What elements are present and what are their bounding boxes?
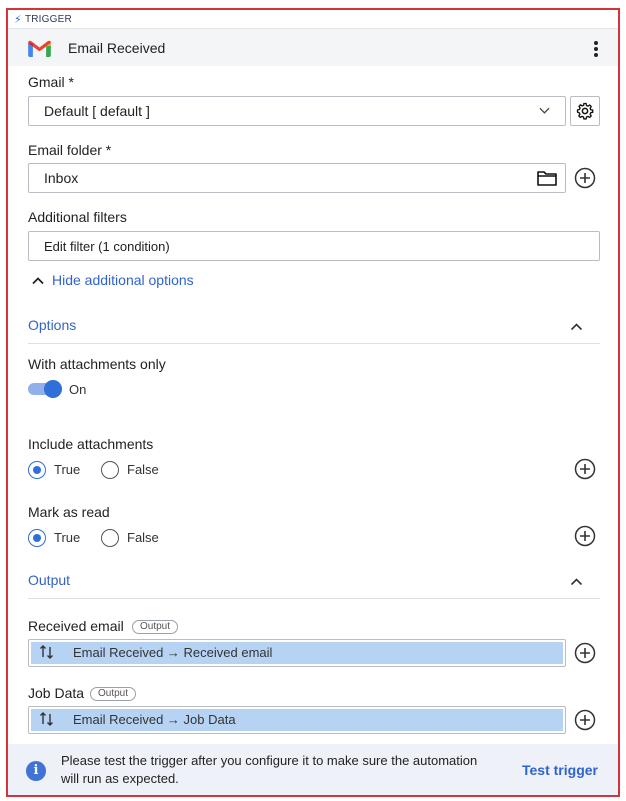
with-attachments-toggle[interactable] [28, 380, 62, 398]
mark-as-read-false-radio[interactable] [101, 529, 119, 547]
add-folder-icon[interactable] [574, 167, 596, 189]
info-icon: i [26, 761, 46, 781]
hide-additional-options-text: Hide additional options [52, 272, 194, 288]
with-attachments-label: With attachments only [28, 356, 166, 372]
email-folder-value: Inbox [44, 170, 79, 186]
gmail-settings-button[interactable] [570, 96, 600, 126]
sort-arrows-icon [40, 645, 53, 659]
gmail-logo-icon [28, 40, 51, 57]
test-trigger-button[interactable]: Test trigger [522, 762, 598, 778]
include-attachments-true-radio[interactable] [28, 461, 46, 479]
test-trigger-banner: i Please test the trigger after you conf… [8, 744, 618, 795]
panel-header: Email Received [8, 28, 618, 66]
add-job-data-icon[interactable] [574, 709, 596, 731]
mark-as-read-true-radio[interactable] [28, 529, 46, 547]
gear-icon [576, 102, 594, 120]
output-section-title: Output [28, 572, 71, 588]
job-data-output-badge: Output [90, 687, 137, 701]
add-received-email-icon[interactable] [574, 642, 596, 664]
add-mark-as-read-icon[interactable] [574, 525, 596, 547]
gmail-account-value: Default [ default ] [44, 103, 150, 119]
options-divider [28, 343, 600, 344]
job-data-label: Job Data [28, 685, 85, 701]
received-email-output-badge: Output [132, 620, 179, 634]
hide-additional-options-link[interactable]: Hide additional options [32, 272, 194, 288]
gmail-account-select[interactable]: Default [ default ] [28, 96, 566, 126]
mark-as-read-false-label: False [127, 530, 159, 545]
sort-arrows-icon [40, 712, 53, 726]
options-collapse-icon[interactable] [570, 322, 583, 331]
more-options-icon[interactable] [588, 40, 604, 58]
folder-icon[interactable] [537, 170, 557, 186]
trigger-label-text: TRIGGER [24, 14, 72, 25]
include-attachments-false-radio[interactable] [101, 461, 119, 479]
trigger-section-label: ⚡ TRIGGER [14, 13, 72, 26]
mark-as-read-label: Mark as read [28, 504, 110, 520]
test-trigger-message: Please test the trigger after you config… [61, 753, 478, 786]
output-divider [28, 598, 600, 599]
received-email-output-value: Email Received → Received email [73, 645, 273, 660]
chevron-up-icon [32, 276, 44, 284]
email-folder-label: Email folder * [28, 142, 112, 158]
add-include-attachments-icon[interactable] [574, 458, 596, 480]
received-email-output-field[interactable]: Email Received → Received email [28, 639, 566, 667]
include-attachments-false-label: False [127, 462, 159, 477]
chevron-down-icon [539, 107, 550, 114]
header-title: Email Received [68, 40, 166, 56]
email-folder-input[interactable]: Inbox [28, 163, 566, 193]
with-attachments-state: On [69, 382, 87, 397]
options-section-title: Options [28, 317, 77, 333]
gmail-label: Gmail * [28, 74, 74, 90]
job-data-output-field[interactable]: Email Received → Job Data [28, 706, 566, 734]
include-attachments-true-label: True [54, 462, 81, 477]
mark-as-read-true-label: True [54, 530, 81, 545]
edit-filter-text: Edit filter (1 condition) [44, 239, 170, 254]
trigger-panel: ⚡ TRIGGER Email Received Gmail * Default… [6, 8, 620, 797]
include-attachments-label: Include attachments [28, 436, 154, 452]
received-email-label: Received email [28, 618, 124, 634]
edit-filter-button[interactable]: Edit filter (1 condition) [28, 231, 600, 261]
output-collapse-icon[interactable] [570, 577, 583, 586]
additional-filters-label: Additional filters [28, 209, 127, 225]
lightning-icon: ⚡ [14, 14, 22, 26]
job-data-output-value: Email Received → Job Data [73, 712, 236, 727]
